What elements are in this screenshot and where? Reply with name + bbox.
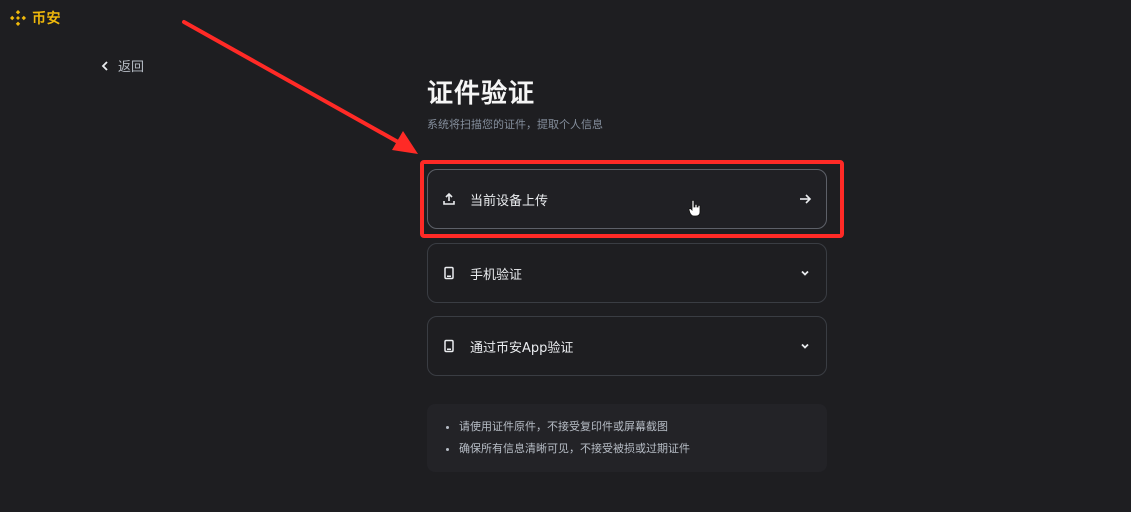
chevron-left-icon (101, 60, 108, 71)
tips-box: 请使用证件原件，不接受复印件或屏幕截图 确保所有信息清晰可见，不接受被损或过期证… (427, 404, 827, 472)
upload-icon (443, 192, 455, 205)
back-label: 返回 (118, 60, 145, 75)
binance-logo-icon (10, 10, 26, 26)
brand-logo[interactable]: 币安 (8, 8, 61, 28)
phone-verification-option[interactable]: 手机验证 (427, 243, 827, 303)
option-label: 手机验证 (470, 267, 523, 283)
upload-current-device-option[interactable]: 当前设备上传 (427, 169, 827, 229)
back-link[interactable]: 返回 (100, 56, 144, 75)
option-label: 通过币安App验证 (470, 340, 574, 356)
tip-item: 请使用证件原件，不接受复印件或屏幕截图 (459, 416, 809, 438)
page-title: 证件验证 (427, 79, 536, 109)
main-header: 证件验证 系统将扫描您的证件，提取个人信息 (427, 78, 829, 132)
page-subtitle: 系统将扫描您的证件，提取个人信息 (427, 118, 603, 131)
tip-item: 确保所有信息清晰可见，不接受被损或过期证件 (459, 438, 809, 460)
hand-cursor-icon (688, 199, 701, 217)
verification-page: 币安 返回 证件验证 系统将扫描您的证件，提取个人信息 当前设备上传 手机验证 … (0, 0, 1131, 512)
phone-icon (444, 339, 454, 353)
brand-name: 币安 (32, 11, 61, 27)
phone-icon (444, 266, 454, 280)
arrow-right-icon (800, 194, 812, 204)
chevron-down-icon (801, 270, 809, 276)
option-label: 当前设备上传 (470, 193, 549, 209)
app-verification-option[interactable]: 通过币安App验证 (427, 316, 827, 376)
chevron-down-icon (801, 343, 809, 349)
